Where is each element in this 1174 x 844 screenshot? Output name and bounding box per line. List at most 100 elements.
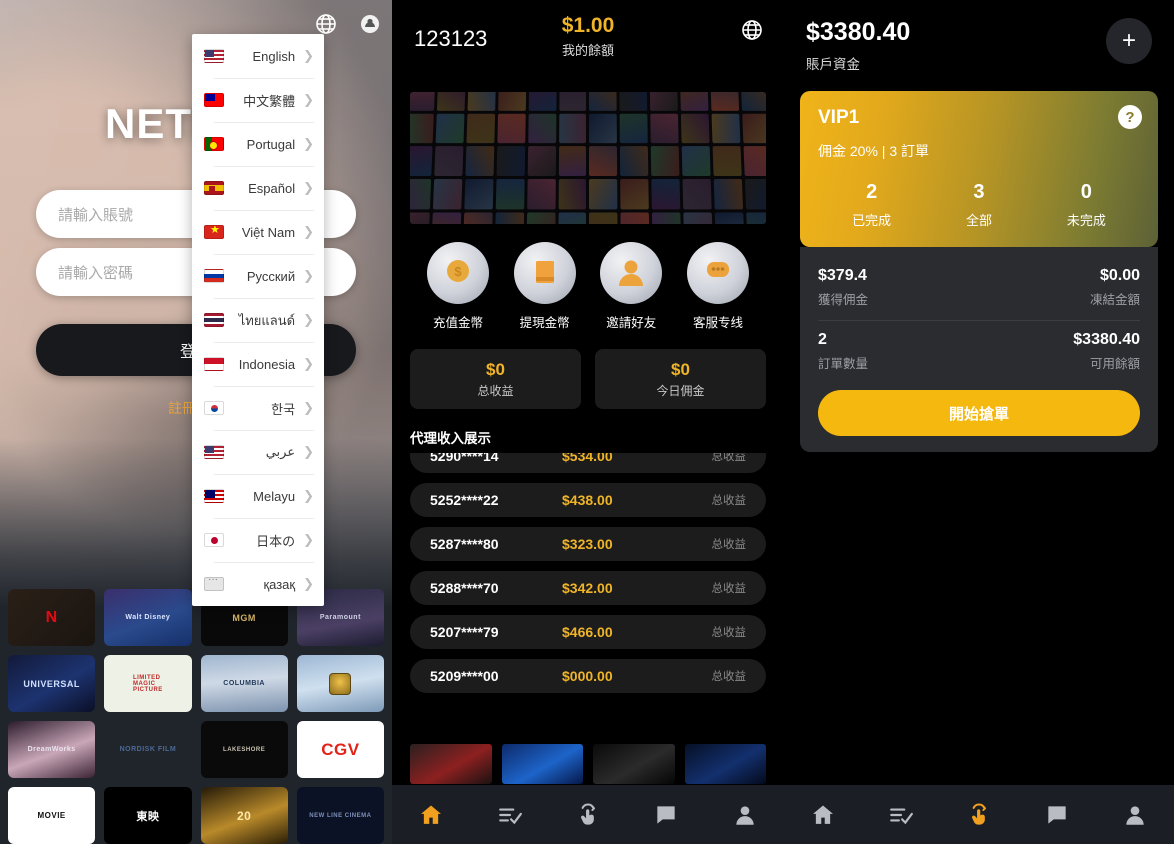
income-row-amount: $342.00 [562, 580, 613, 596]
quick-action-withdraw-coins[interactable]: 提現金幣 [507, 242, 583, 331]
poster-tile [683, 212, 713, 224]
studio-logo-cgv[interactable]: CGV [296, 721, 384, 778]
poster-tile [743, 146, 766, 176]
income-row[interactable]: 5288****70 $342.00 总收益 [410, 571, 766, 605]
language-item-12[interactable]: 日本の ❯ [192, 518, 324, 562]
language-item-7[interactable]: ไทยแลนด์ ❯ [192, 298, 324, 342]
studio-logo-toei[interactable]: 東映 [104, 787, 192, 844]
nav-home[interactable] [392, 802, 470, 828]
nav-profile[interactable] [1096, 802, 1174, 828]
nav-grab[interactable] [549, 802, 627, 828]
quick-action-label: 客服专线 [692, 316, 743, 330]
income-row-amount: $466.00 [562, 624, 613, 640]
studio-logo-lakeshore[interactable]: LAKESHORE [200, 721, 288, 778]
poster-thumb [501, 744, 583, 784]
nav-chat[interactable] [627, 802, 705, 828]
income-row-card: 5207****79 [430, 624, 499, 640]
nav-home[interactable] [784, 802, 862, 828]
language-item-label: 日本の [256, 533, 296, 549]
avatar-icon[interactable] [356, 10, 384, 38]
language-item-9[interactable]: 한국 ❯ [192, 386, 324, 430]
language-item-4[interactable]: Español ❯ [192, 166, 324, 210]
poster-tile [410, 212, 430, 224]
flag-jp-icon [204, 533, 224, 547]
bottom-navigation[interactable] [784, 785, 1174, 844]
flag-ar-icon [204, 445, 224, 459]
total-earnings-amount: $0 [486, 359, 505, 379]
studio-logo-netflix[interactable]: N [8, 589, 96, 646]
studio-logo-new-line-cinema[interactable]: NEW LINE CINEMA [296, 787, 384, 844]
quick-action-customer-service[interactable]: 客服专线 [680, 242, 756, 331]
vip-subtitle: 佣金 20% | 3 訂單 [818, 143, 930, 159]
globe-icon[interactable] [740, 18, 764, 47]
language-item-label: 中文繁體 [243, 93, 296, 109]
user-id: 123123 [414, 26, 488, 51]
left-panel-login: NETFLIX 請輸入賬號 請輸入密碼 登錄 註冊賬號 N Walt Disne… [0, 0, 392, 844]
poster-tile [527, 113, 556, 144]
earnings-row: $0 总收益 $0 今日佣金 [392, 337, 784, 409]
flag-vn-icon [204, 225, 224, 239]
language-item-label: English [252, 48, 296, 64]
studio-logo-warner-bros[interactable] [296, 655, 384, 712]
flag-es-icon [204, 181, 224, 195]
poster-tile [466, 113, 495, 144]
chevron-right-icon: ❯ [303, 312, 314, 327]
chevron-right-icon: ❯ [303, 136, 314, 151]
language-item-5[interactable]: Việt Nam ❯ [192, 210, 324, 254]
chevron-right-icon: ❯ [303, 224, 314, 239]
quick-action-recharge-coins[interactable]: $ 充值金幣 [420, 242, 496, 331]
income-row[interactable]: 5209****00 $000.00 总收益 [410, 659, 766, 693]
bottom-navigation[interactable] [392, 785, 784, 844]
studio-logo-m-movie[interactable]: MOVIE [8, 787, 96, 844]
studio-logo-columbia[interactable]: COLUMBIA [200, 655, 288, 712]
language-item-6[interactable]: Русский ❯ [192, 254, 324, 298]
language-item-label: Việt Nam [241, 224, 296, 240]
language-item-label: Portugal [246, 136, 296, 152]
income-row[interactable]: 5207****79 $466.00 总收益 [410, 615, 766, 649]
agent-income-list[interactable]: 5290****14 $534.00 总收益 5252****22 $438.00 总收益… [392, 453, 784, 699]
home-icon [810, 802, 836, 828]
language-item-13[interactable]: қазақ ❯ [192, 562, 324, 606]
nav-chat[interactable] [1018, 802, 1096, 828]
language-item-label: Melayu [253, 488, 296, 504]
language-item-8[interactable]: Indonesia ❯ [192, 342, 324, 386]
language-dropdown[interactable]: English❯中文繁體❯Portugal❯Español❯Việt Nam❯Р… [192, 34, 324, 606]
add-funds-button[interactable]: + [1106, 18, 1152, 64]
three-panel-screenshot: NETFLIX 請輸入賬號 請輸入密碼 登錄 註冊賬號 N Walt Disne… [0, 0, 1174, 844]
studio-logo-universal[interactable]: UNIVERSAL [8, 655, 96, 712]
nav-orders[interactable] [862, 802, 940, 828]
language-item-10[interactable]: عربي ❯ [192, 430, 324, 474]
chevron-right-icon: ❯ [303, 48, 314, 63]
flag-kz-icon [204, 577, 224, 591]
poster-tile [496, 146, 525, 176]
today-commission-card[interactable]: $0 今日佣金 [595, 349, 766, 409]
poster-tile [711, 113, 741, 144]
income-row[interactable]: 5287****80 $323.00 总收益 [410, 527, 766, 561]
coin-icon: $ [427, 242, 489, 304]
flag-ru-icon [204, 269, 224, 283]
studio-logo-little-magic-picture[interactable]: LIMITED MAGIC PICTURE [104, 655, 192, 712]
account-funds-block: $3380.40 賬戶資金 [806, 18, 910, 73]
studio-logo-dreamworks[interactable]: DreamWorks [8, 721, 96, 778]
language-item-1[interactable]: English ❯ [192, 34, 324, 78]
language-item-2[interactable]: 中文繁體 ❯ [192, 78, 324, 122]
nav-grab[interactable] [940, 802, 1018, 828]
poster-tile [652, 212, 682, 224]
studio-logo-walt-disney[interactable]: Walt Disney [104, 589, 192, 646]
income-row-tag: 总收益 [711, 539, 747, 551]
studio-logo-nordisk-film[interactable]: NORDISK FILM [104, 721, 192, 778]
start-grab-order-button[interactable]: 開始搶單 [818, 390, 1140, 436]
poster-tile [463, 212, 493, 224]
language-item-11[interactable]: Melayu ❯ [192, 474, 324, 518]
nav-profile[interactable] [706, 802, 784, 828]
studio-logo-twentieth-century-fox[interactable]: 20 [200, 787, 288, 844]
total-earnings-card[interactable]: $0 总收益 [410, 349, 581, 409]
language-item-3[interactable]: Portugal ❯ [192, 122, 324, 166]
vip-title: VIP1 [818, 107, 860, 128]
nav-orders[interactable] [470, 802, 548, 828]
language-item-label: Español [248, 180, 296, 196]
quick-action-invite-friends[interactable]: 邀請好友 [593, 242, 669, 331]
question-mark-icon[interactable]: ? [1118, 105, 1142, 129]
income-row[interactable]: 5252****22 $438.00 总收益 [410, 483, 766, 517]
income-row[interactable]: 5290****14 $534.00 总收益 [410, 453, 766, 473]
